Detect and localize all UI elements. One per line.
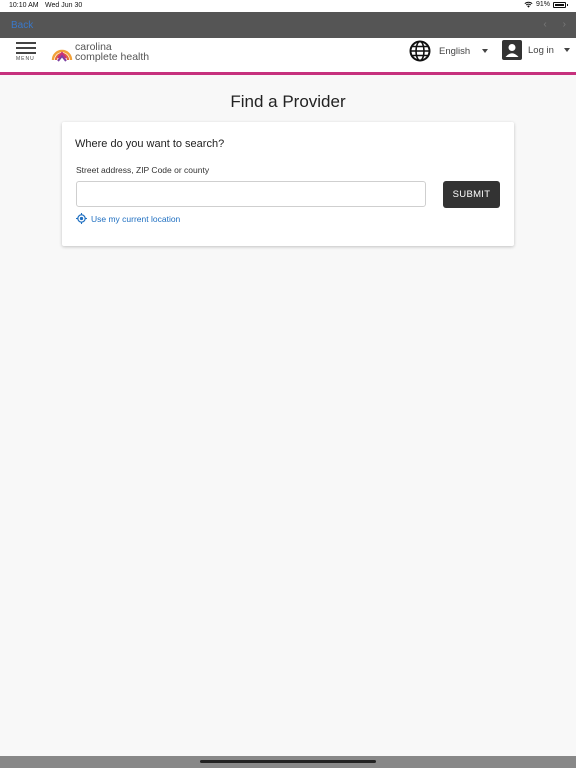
hamburger-icon xyxy=(16,42,36,44)
submit-button[interactable]: SUBMIT xyxy=(443,181,500,208)
status-time: 10:10 AM xyxy=(9,2,39,9)
search-card-heading: Where do you want to search? xyxy=(75,138,225,150)
carolina-complete-health-logo[interactable]: carolina complete health xyxy=(51,41,149,63)
battery-icon xyxy=(553,1,568,8)
page-title: Find a Provider xyxy=(230,92,346,111)
logo-text: carolina complete health xyxy=(75,42,150,63)
status-indicators: 91% xyxy=(524,1,568,8)
location-target-icon xyxy=(76,213,87,224)
address-input[interactable] xyxy=(76,181,426,207)
nav-arrows: ‹ › xyxy=(543,19,566,30)
login-label: Log in xyxy=(528,44,554,56)
back-button[interactable]: Back xyxy=(11,20,33,31)
provider-search-card: Where do you want to search? Street addr… xyxy=(62,122,514,246)
home-indicator xyxy=(200,760,376,763)
login-button[interactable]: Log in xyxy=(502,40,570,60)
chevron-left-icon[interactable]: ‹ xyxy=(543,19,546,30)
chevron-down-icon xyxy=(563,48,570,52)
address-field-label: Street address, ZIP Code or county xyxy=(76,165,210,175)
logo-mark-icon xyxy=(51,49,73,62)
menu-label: MENU xyxy=(16,56,35,62)
location-link-label: Use my current location xyxy=(91,213,181,224)
status-date: Wed Jun 30 xyxy=(45,2,83,9)
site-header: carolina complete health English Log in xyxy=(0,38,576,75)
browser-nav-bar: Back ‹ › xyxy=(0,12,576,38)
language-selector[interactable]: English xyxy=(409,40,489,62)
user-icon xyxy=(502,40,522,60)
battery-percent: 91% xyxy=(535,1,550,8)
use-current-location-link[interactable]: Use my current location xyxy=(76,213,180,224)
globe-icon xyxy=(409,40,431,62)
wifi-icon xyxy=(524,1,533,8)
language-label: English xyxy=(439,45,471,57)
chevron-down-icon xyxy=(482,49,489,53)
chevron-right-icon[interactable]: › xyxy=(563,19,566,30)
bottom-bar xyxy=(0,756,576,768)
logo-text-line2: complete health xyxy=(75,51,150,63)
menu-button[interactable] xyxy=(16,42,36,66)
status-bar: 10:10 AM Wed Jun 30 91% xyxy=(0,0,576,12)
